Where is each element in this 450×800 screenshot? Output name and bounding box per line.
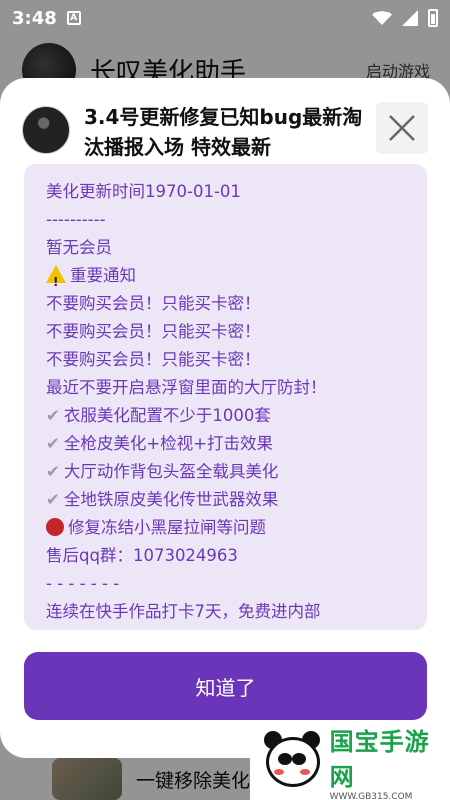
notice-line: 售后qq群：1073024963 xyxy=(46,546,238,565)
notice-line: 不要购买会员！只能买卡密！ xyxy=(46,322,261,341)
notice-line: 暂无会员 xyxy=(46,238,112,257)
check-icon: ✔ xyxy=(46,406,60,425)
notice-line: ✔ 全地铁原皮美化传世武器效果 xyxy=(46,490,279,509)
notice-line: 美化更新时间1970-01-01 xyxy=(46,182,241,201)
devil-icon xyxy=(46,518,64,536)
panda-logo-icon xyxy=(260,729,324,795)
notice-panel: 美化更新时间1970-01-01 ---------- 暂无会员 重要通知 不要… xyxy=(24,164,427,630)
notice-line: 不要购买会员！只能买卡密！ xyxy=(46,350,261,369)
watermark: 国宝手游网 WWW.GB315.COM xyxy=(250,724,450,800)
close-icon xyxy=(389,115,415,141)
notice-line: 修复冻结小黑屋拉闸等问题 xyxy=(46,514,405,542)
acknowledge-button[interactable]: 知道了 xyxy=(24,652,427,720)
notice-line: ✔ 全枪皮美化+检视+打击效果 xyxy=(46,434,273,453)
notice-line: 重要通知 xyxy=(46,262,405,296)
notice-line: 最近不要开启悬浮窗里面的大厅防封！ xyxy=(46,378,327,397)
notice-line: - - - - - - - xyxy=(46,574,120,593)
check-icon: ✔ xyxy=(46,434,60,453)
battery-icon xyxy=(428,9,438,27)
warning-icon xyxy=(46,265,66,296)
dialog-header: 3.4号更新修复已知bug最新淘汰播报入场 特效最新 xyxy=(22,102,428,158)
watermark-url: WWW.GB315.COM xyxy=(329,792,413,800)
signal-icon xyxy=(402,10,418,26)
watermark-title: 国宝手游网 xyxy=(329,728,430,791)
clock: 3:48 xyxy=(12,7,57,29)
notice-line: ---------- xyxy=(46,210,106,229)
wifi-icon xyxy=(372,11,392,25)
notice-line: 不要购买会员！只能买卡密！ xyxy=(46,294,261,313)
notice-line: ✔ 衣服美化配置不少于1000套 xyxy=(46,406,271,425)
status-bar: 3:48 A xyxy=(0,0,450,36)
notification-icon: A xyxy=(66,11,81,25)
notice-line: ✔ 大厅动作背包头盔全载具美化 xyxy=(46,462,279,481)
dialog-avatar xyxy=(22,106,70,154)
dialog-title: 3.4号更新修复已知bug最新淘汰播报入场 特效最新 xyxy=(84,105,363,158)
check-icon: ✔ xyxy=(46,462,60,481)
check-icon: ✔ xyxy=(46,490,60,509)
notice-line: 连续在快手作品打卡7天，免费进内部 xyxy=(46,602,321,621)
close-button[interactable] xyxy=(376,102,428,154)
update-dialog: 3.4号更新修复已知bug最新淘汰播报入场 特效最新 美化更新时间1970-01… xyxy=(0,78,450,758)
